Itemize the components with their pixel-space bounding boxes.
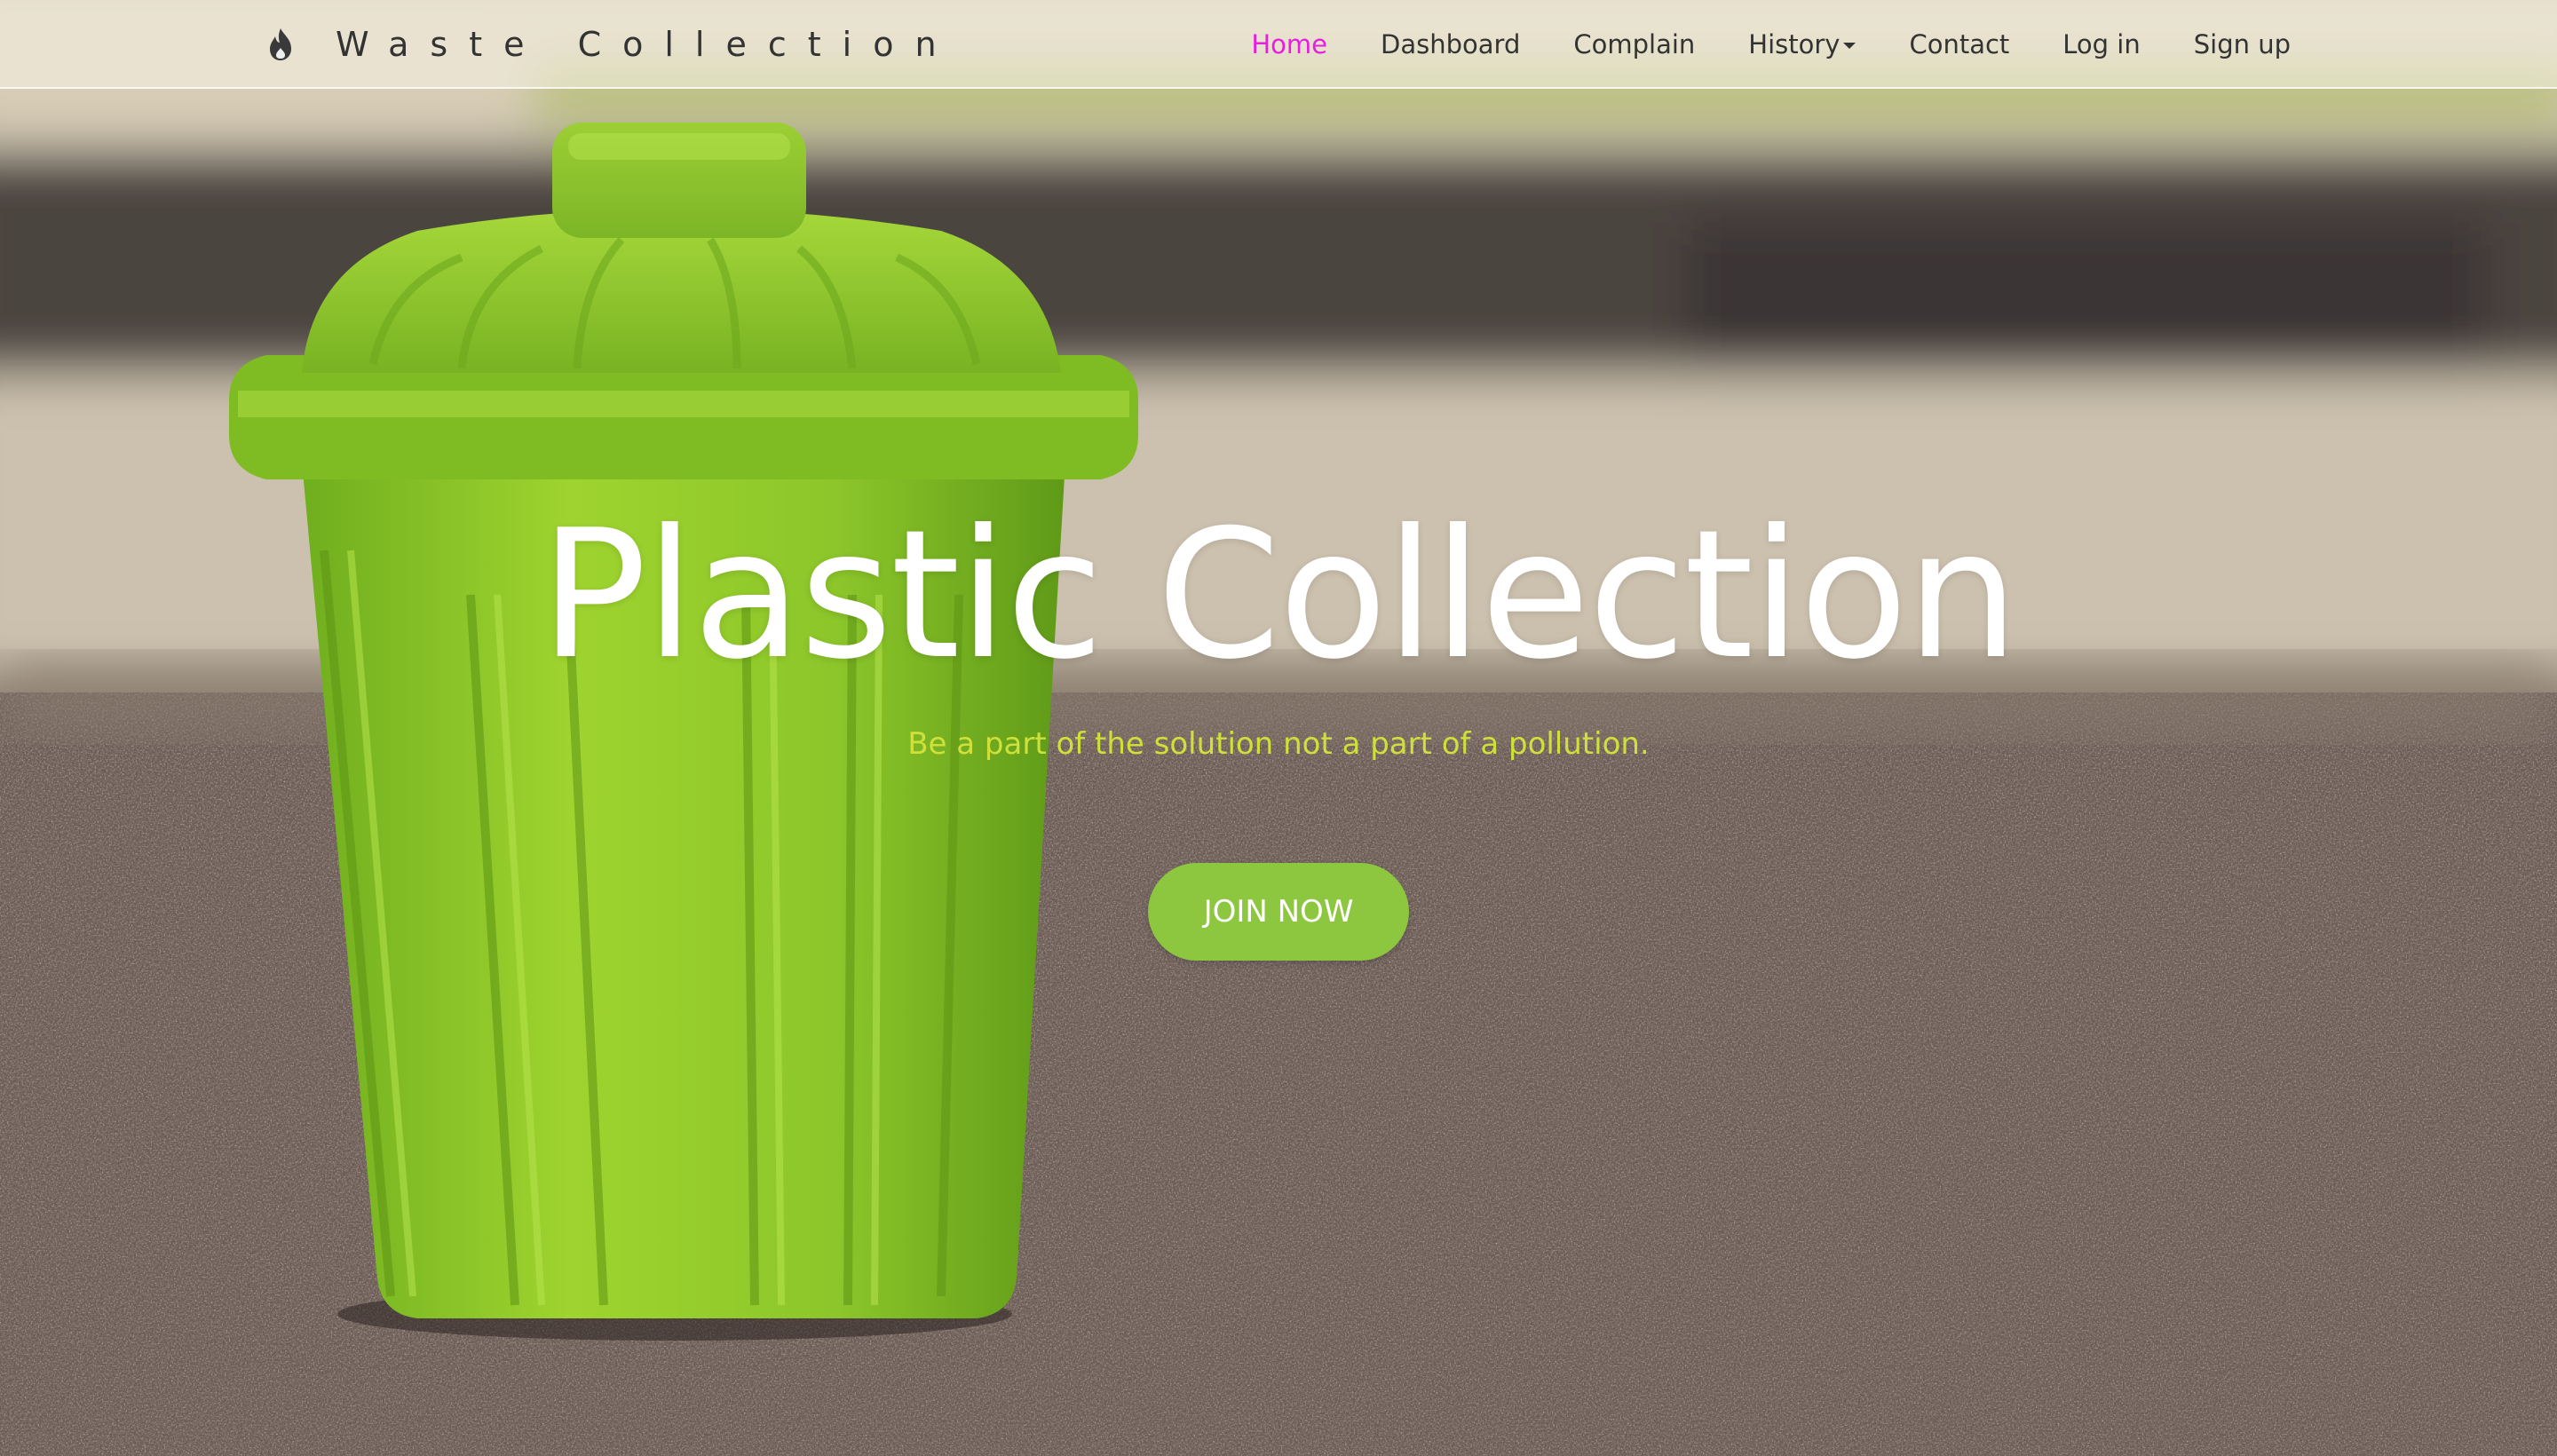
nav-item-history: History xyxy=(1748,29,1856,59)
nav-link-complain[interactable]: Complain xyxy=(1573,29,1695,59)
hero-section: Waste Collection Home Dashboard Complain… xyxy=(0,0,2557,1456)
top-navbar: Waste Collection Home Dashboard Complain… xyxy=(0,0,2557,89)
nav-item-complain: Complain xyxy=(1573,29,1695,59)
nav-link-signup[interactable]: Sign up xyxy=(2194,29,2291,59)
brand-link[interactable]: Waste Collection xyxy=(265,21,958,67)
nav-link-history-label: History xyxy=(1748,29,1841,59)
nav-item-home: Home xyxy=(1251,29,1327,59)
nav-link-home[interactable]: Home xyxy=(1251,29,1327,59)
nav-link-contact[interactable]: Contact xyxy=(1909,29,2009,59)
nav-item-signup: Sign up xyxy=(2194,29,2291,59)
nav-link-history[interactable]: History xyxy=(1748,29,1856,59)
brand-title: Waste Collection xyxy=(336,25,958,64)
hero-title: Plastic Collection xyxy=(540,492,2019,699)
caret-down-icon xyxy=(1843,42,1856,49)
main-nav: Home Dashboard Complain History Contact … xyxy=(1198,0,2291,89)
nav-link-dashboard[interactable]: Dashboard xyxy=(1381,29,1520,59)
hero-subtitle: Be a part of the solution not a part of … xyxy=(907,726,1650,762)
flame-icon xyxy=(270,28,291,60)
nav-item-login: Log in xyxy=(2062,29,2140,59)
nav-item-dashboard: Dashboard xyxy=(1381,29,1520,59)
nav-item-contact: Contact xyxy=(1909,29,2009,59)
join-now-button[interactable]: JOIN NOW xyxy=(1148,863,1409,961)
nav-link-login[interactable]: Log in xyxy=(2062,29,2140,59)
